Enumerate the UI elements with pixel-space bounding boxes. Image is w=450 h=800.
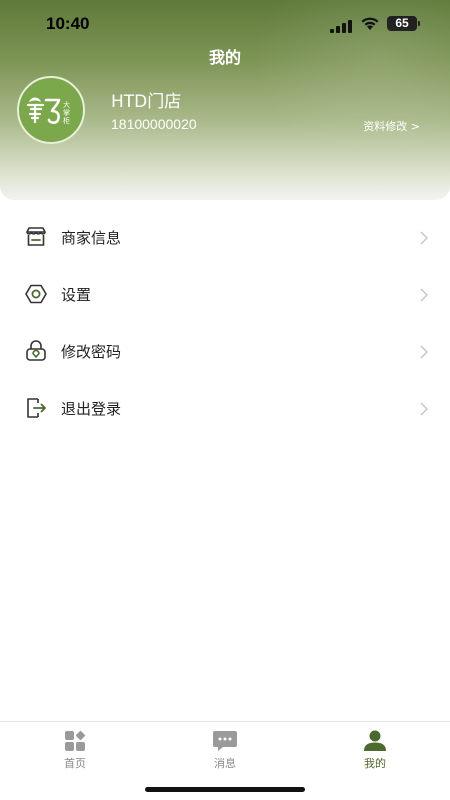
logout-icon <box>24 396 48 420</box>
svg-text:大: 大 <box>63 100 70 109</box>
chevron-right-icon <box>420 230 428 249</box>
menu-item-change-password[interactable]: 修改密码 <box>0 322 450 379</box>
tab-label: 首页 <box>64 757 86 770</box>
status-time: 10:40 <box>46 14 90 33</box>
page-title: 我的 <box>208 48 241 67</box>
message-icon <box>212 730 238 756</box>
svg-text:掌: 掌 <box>63 108 70 117</box>
profile-header: 10:40 65 我的 大 掌 柜 HTD门店 18100000020 资料修改… <box>0 0 450 200</box>
chevron-right-icon <box>420 287 428 306</box>
chevron-right-icon <box>420 401 428 420</box>
avatar[interactable]: 大 掌 柜 <box>17 76 85 144</box>
menu-item-label: 退出登录 <box>61 400 122 418</box>
menu-item-label: 设置 <box>61 286 92 304</box>
menu-item-label: 修改密码 <box>61 343 122 361</box>
svg-text:柜: 柜 <box>63 116 70 125</box>
menu-item-label: 商家信息 <box>61 229 122 247</box>
edit-profile-link[interactable]: 资料修改 > <box>363 118 420 134</box>
brand-logo-icon: 大 掌 柜 <box>26 97 70 125</box>
tab-messages[interactable]: 消息 <box>150 722 300 782</box>
battery-tip <box>418 21 420 26</box>
profile-icon <box>363 730 387 756</box>
settings-menu: 商家信息 设置 修改密码 退出登录 <box>0 208 450 436</box>
menu-item-logout[interactable]: 退出登录 <box>0 379 450 436</box>
store-icon <box>24 225 48 249</box>
store-name: HTD门店 <box>111 92 182 112</box>
home-grid-icon <box>64 730 86 756</box>
cellular-signal-icon <box>330 18 352 37</box>
battery-icon: 65 <box>387 16 417 31</box>
settings-icon <box>24 282 48 306</box>
tab-home[interactable]: 首页 <box>0 722 150 782</box>
tab-profile[interactable]: 我的 <box>300 722 450 782</box>
wifi-icon <box>360 16 380 35</box>
tab-label: 消息 <box>214 757 236 770</box>
home-indicator <box>145 787 305 792</box>
chevron-right-icon <box>420 344 428 363</box>
tab-label: 我的 <box>364 757 386 770</box>
phone-number: 18100000020 <box>111 116 197 132</box>
menu-item-merchant-info[interactable]: 商家信息 <box>0 208 450 265</box>
menu-item-settings[interactable]: 设置 <box>0 265 450 322</box>
status-bar: 10:40 65 <box>0 0 450 48</box>
lock-icon <box>24 339 48 363</box>
